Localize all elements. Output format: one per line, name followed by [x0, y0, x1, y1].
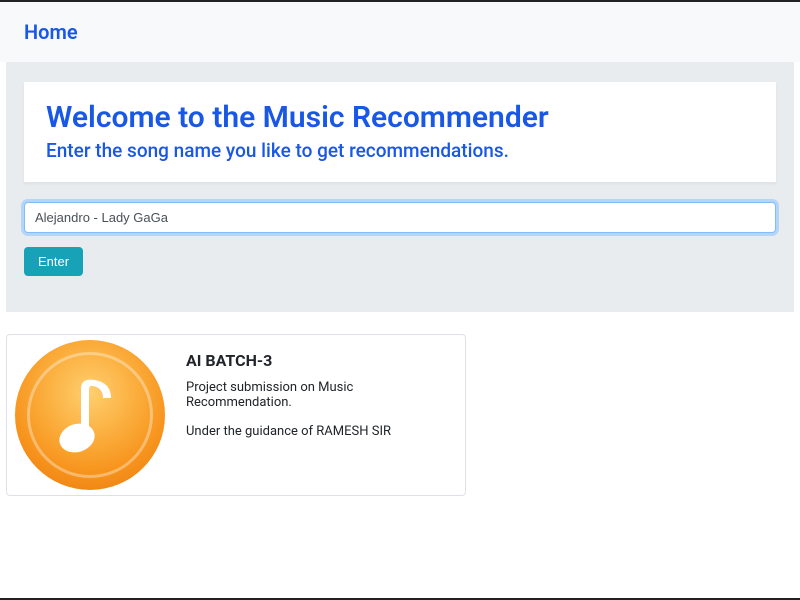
main-panel: Welcome to the Music Recommender Enter t… [6, 62, 794, 312]
nav-home-link[interactable]: Home [24, 20, 78, 44]
music-icon-container [7, 335, 172, 495]
project-info-body: AI BATCH-3 Project submission on Music R… [172, 335, 465, 495]
welcome-card: Welcome to the Music Recommender Enter t… [24, 82, 776, 182]
note-glyph-icon [55, 370, 125, 460]
page-subtitle: Enter the song name you like to get reco… [46, 139, 754, 162]
song-input[interactable] [24, 202, 776, 233]
page-title: Welcome to the Music Recommender [46, 100, 754, 135]
project-line2: Under the guidance of RAMESH SIR [186, 424, 451, 439]
project-info-card: AI BATCH-3 Project submission on Music R… [6, 334, 466, 496]
project-title: AI BATCH-3 [186, 351, 451, 370]
navbar: Home [0, 2, 800, 62]
project-line1: Project submission on Music Recommendati… [186, 380, 451, 410]
enter-button[interactable]: Enter [24, 247, 83, 276]
music-note-icon [15, 340, 165, 490]
